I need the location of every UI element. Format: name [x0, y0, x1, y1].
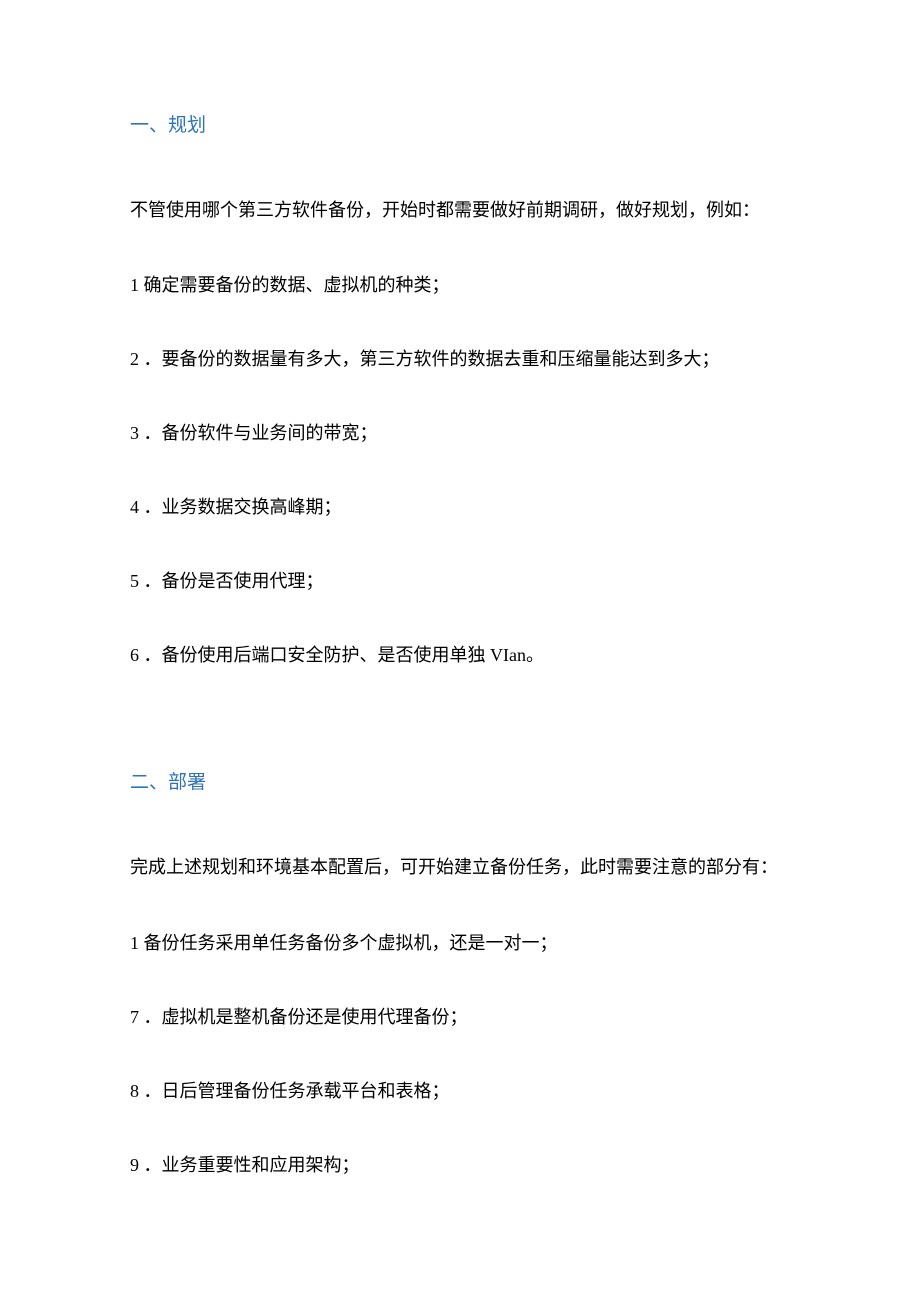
section-1-item-6: 6 ．备份使用后端口安全防护、是否使用单独 VIan。	[130, 637, 790, 673]
section-2-item-1: 1 备份任务采用单任务备份多个虚拟机，还是一对一；	[130, 925, 790, 961]
section-1-item-1: 1 确定需要备份的数据、虚拟机的种类；	[130, 267, 790, 303]
section-1-heading: 一、规划	[130, 110, 790, 137]
section-2-intro: 完成上述规划和环境基本配置后，可开始建立备份任务，此时需要注意的部分有：	[130, 842, 790, 892]
section-2-item-2: 7 ．虚拟机是整机备份还是使用代理备份；	[130, 999, 790, 1035]
section-1-item-3: 3 ．备份软件与业务间的带宽；	[130, 415, 790, 451]
section-1-item-4: 4 ．业务数据交换高峰期；	[130, 489, 790, 525]
section-2-heading: 二、部署	[130, 767, 790, 794]
section-2-item-3: 8 ．日后管理备份任务承载平台和表格；	[130, 1073, 790, 1109]
section-1-item-5: 5 ．备份是否使用代理；	[130, 563, 790, 599]
section-2-item-4: 9 ．业务重要性和应用架构；	[130, 1147, 790, 1183]
section-1-item-2: 2 ．要备份的数据量有多大，第三方软件的数据去重和压缩量能达到多大；	[130, 341, 790, 377]
section-1-intro: 不管使用哪个第三方软件备份，开始时都需要做好前期调研，做好规划，例如：	[130, 185, 790, 235]
section-divider	[130, 711, 790, 767]
